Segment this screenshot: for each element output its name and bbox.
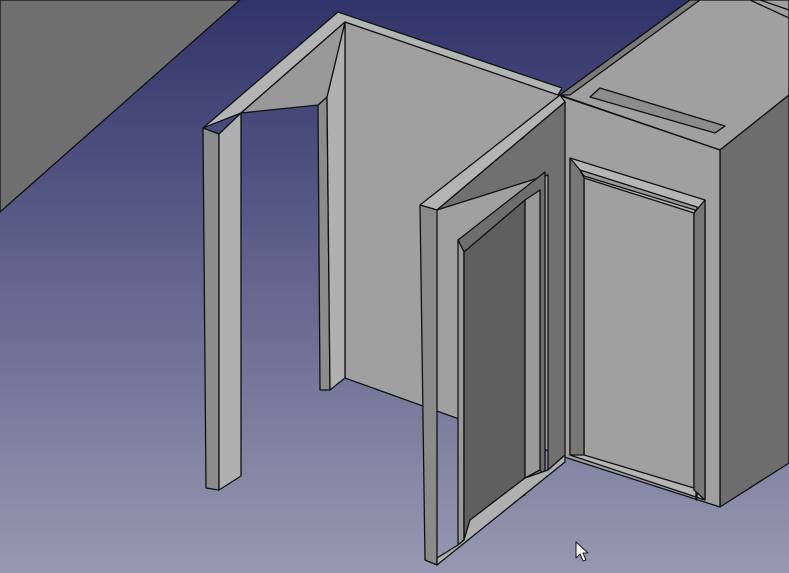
door-right[interactable] — [569, 157, 706, 501]
mouse-pointer-icon — [575, 541, 589, 563]
3d-scene[interactable] — [0, 0, 789, 573]
3d-viewport[interactable] — [0, 0, 789, 573]
